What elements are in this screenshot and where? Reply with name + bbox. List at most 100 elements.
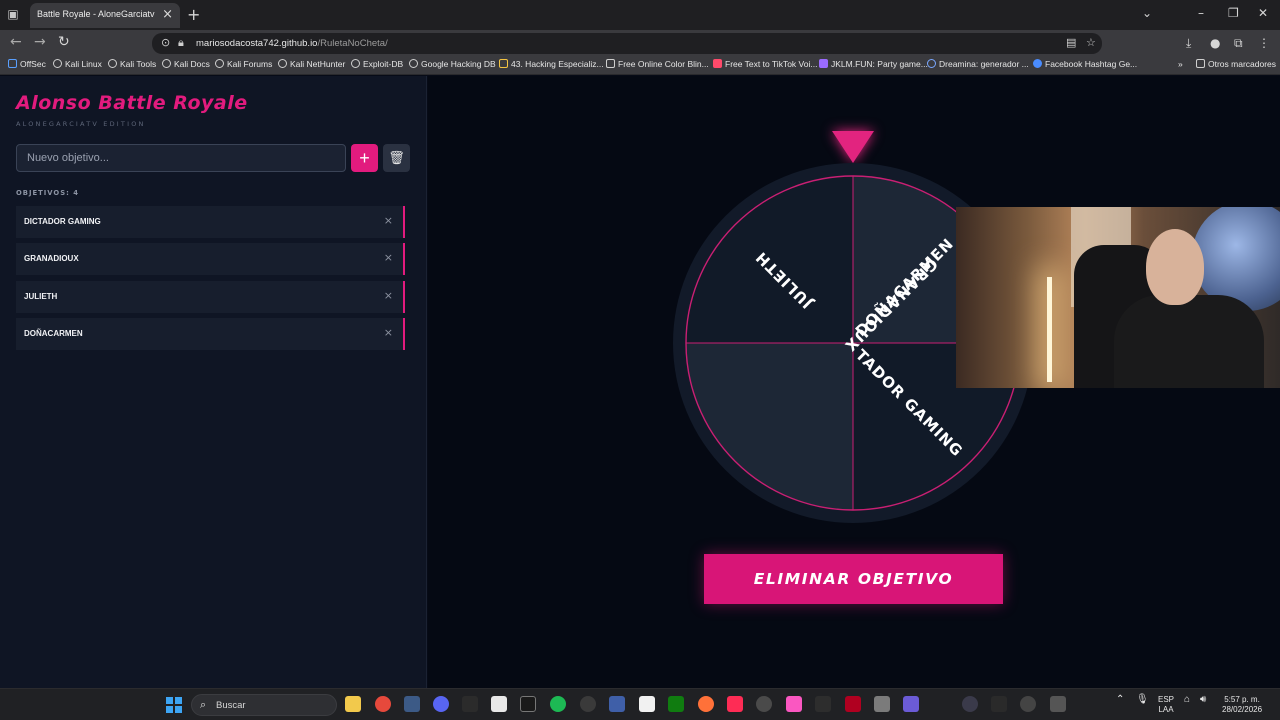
objective-label: DOÑACARMEN (24, 328, 83, 338)
remove-objective-icon[interactable]: × (384, 251, 393, 264)
microphone-icon[interactable]: 🎙︎ (1136, 695, 1149, 705)
bookmark-item[interactable]: Kali Tools (108, 59, 156, 69)
remove-objective-icon[interactable]: × (384, 214, 393, 227)
windows-start-icon[interactable] (166, 697, 182, 713)
profile-icon[interactable]: ● (1210, 36, 1220, 50)
bookmark-item[interactable]: JKLM.FUN: Party game... (819, 59, 928, 69)
forward-icon[interactable]: → (34, 34, 46, 50)
app-icon[interactable] (874, 696, 890, 712)
bookmarks-overflow-icon[interactable]: » (1178, 59, 1183, 69)
tab-title: Battle Royale - AloneGarciatv (37, 9, 155, 19)
windows-taskbar: ⌕ Buscar ⌃ 🎙︎ ESP LAA ⌂ 🔊︎ 5:57 p. m. 28… (0, 688, 1280, 720)
download-icon[interactable]: ⤓ (1186, 36, 1191, 51)
remove-objective-icon[interactable]: × (384, 326, 393, 339)
bookmark-item[interactable]: Exploit-DB (351, 59, 403, 69)
tray-chevron-icon[interactable]: ⌃ (1116, 695, 1124, 705)
list-item: GRANADIOUX × (16, 243, 405, 276)
capcut-icon[interactable] (491, 696, 507, 712)
app-icon[interactable] (639, 696, 655, 712)
bookmark-item[interactable]: Kali Forums (215, 59, 272, 69)
bookmark-item[interactable]: 43. Hacking Especializ... (499, 59, 604, 69)
language-indicator[interactable]: ESP LAA (1158, 695, 1174, 715)
obs-icon[interactable] (756, 696, 772, 712)
terminal-icon[interactable] (462, 696, 478, 712)
logitech-icon[interactable] (815, 696, 831, 712)
tab-close-icon[interactable]: × (162, 7, 173, 22)
volume-icon[interactable]: 🔊︎ (1200, 695, 1206, 705)
terminal-icon[interactable] (991, 696, 1007, 712)
xbox-icon[interactable] (668, 696, 684, 712)
lock-icon: 🔒︎ (178, 36, 184, 49)
maximize-icon[interactable]: ❐ (1228, 6, 1239, 20)
webcam-overlay (956, 207, 1280, 388)
bookmark-item[interactable]: Kali Docs (162, 59, 210, 69)
steam-icon[interactable] (404, 696, 420, 712)
eliminate-objective-button[interactable]: ELIMINAR OBJETIVO (704, 554, 1003, 604)
reload-icon[interactable]: ↻ (58, 34, 70, 50)
window-close-icon[interactable]: ✕ (1258, 6, 1268, 20)
extensions-icon[interactable]: ⧉ (1234, 36, 1243, 51)
app-icon[interactable] (1050, 696, 1066, 712)
bookmark-item[interactable]: Google Hacking DB (409, 59, 496, 69)
objective-label: JULIETH (24, 291, 58, 301)
bookmark-item[interactable]: Kali Linux (53, 59, 102, 69)
objective-label: GRANADIOUX (24, 254, 79, 264)
bookmarks-bar: OffSec Kali Linux Kali Tools Kali Docs K… (0, 56, 1280, 75)
bookmark-star-icon[interactable]: ☆ (1086, 36, 1096, 49)
bookmark-item[interactable]: OffSec (8, 59, 46, 69)
new-tab-button[interactable]: + (187, 5, 200, 24)
bookmark-item[interactable]: Dreamina: generador ... (927, 59, 1029, 69)
site-info-icon[interactable]: ⊙ (161, 36, 170, 49)
url-text: mariosodacosta742.github.io/RuletaNoChet… (196, 38, 388, 49)
url-host: mariosodacosta742.github.io (196, 38, 318, 49)
url-path: /RuletaNoCheta/ (317, 38, 388, 49)
app-icon[interactable] (1020, 696, 1036, 712)
browser-tab[interactable]: Battle Royale - AloneGarciatv × (30, 3, 180, 28)
search-icon: ⌕ (200, 698, 207, 711)
browser-titlebar: ▣ Battle Royale - AloneGarciatv × + ⌄ – … (0, 0, 1280, 30)
firefox-icon[interactable] (698, 696, 714, 712)
clock[interactable]: 5:57 p. m. 28/02/2026 (1222, 695, 1262, 715)
tab-overflow-icon[interactable]: ⌄ (1142, 6, 1152, 20)
taskbar-search[interactable]: ⌕ Buscar (191, 694, 337, 716)
app-icon[interactable] (903, 696, 919, 712)
tiktok-icon[interactable] (727, 696, 743, 712)
taskbar-search-label: Buscar (216, 700, 246, 711)
epic-games-icon[interactable] (520, 696, 536, 712)
bookmark-item[interactable]: Free Text to TikTok Voi... (713, 59, 817, 69)
minimize-icon[interactable]: – (1198, 6, 1204, 20)
itunes-icon[interactable] (786, 696, 802, 712)
app-title: Alonso Battle Royale (16, 92, 248, 114)
filezilla-icon[interactable] (845, 696, 861, 712)
bookmark-item[interactable]: Kali NetHunter (278, 59, 345, 69)
clear-all-button[interactable]: 🗑︎ (383, 144, 410, 172)
remove-objective-icon[interactable]: × (384, 289, 393, 302)
reader-icon[interactable]: ▤ (1066, 36, 1076, 49)
back-icon[interactable]: ← (10, 34, 22, 50)
app-subtitle: ALONEGARCIATV EDITION (16, 120, 146, 128)
address-bar[interactable]: ⊙ 🔒︎ mariosodacosta742.github.io/RuletaN… (152, 33, 1102, 54)
sidebar: Alonso Battle Royale ALONEGARCIATV EDITI… (0, 76, 427, 688)
discord-icon[interactable] (433, 696, 449, 712)
bookmark-item[interactable]: Facebook Hashtag Ge... (1033, 59, 1137, 69)
objectives-count: OBJETIVOS: 4 (16, 189, 79, 197)
chrome-icon[interactable] (375, 696, 391, 712)
objective-label: DICTADOR GAMING (24, 217, 101, 226)
tab-list-icon[interactable]: ▣ (6, 7, 20, 21)
browser-toolbar: ← → ↻ ⊙ 🔒︎ mariosodacosta742.github.io/R… (0, 30, 1280, 56)
4k-downloader-icon[interactable] (580, 696, 596, 712)
objectives-list: DICTADOR GAMING × GRANADIOUX × JULIETH ×… (16, 206, 405, 355)
trash-icon: 🗑︎ (388, 150, 405, 165)
bookmark-item[interactable]: Free Online Color Blin... (606, 59, 709, 69)
menu-icon[interactable]: ⋮ (1258, 36, 1270, 50)
new-objective-input[interactable] (16, 144, 346, 172)
file-explorer-icon[interactable] (345, 696, 361, 712)
app-icon[interactable] (609, 696, 625, 712)
list-item: JULIETH × (16, 280, 405, 313)
network-icon[interactable]: ⌂ (1184, 695, 1190, 705)
spotify-icon[interactable] (550, 696, 566, 712)
app-icon[interactable] (962, 696, 978, 712)
list-item: DOÑACARMEN × (16, 317, 405, 350)
other-bookmarks[interactable]: Otros marcadores (1196, 59, 1276, 69)
add-objective-button[interactable]: + (351, 144, 378, 172)
